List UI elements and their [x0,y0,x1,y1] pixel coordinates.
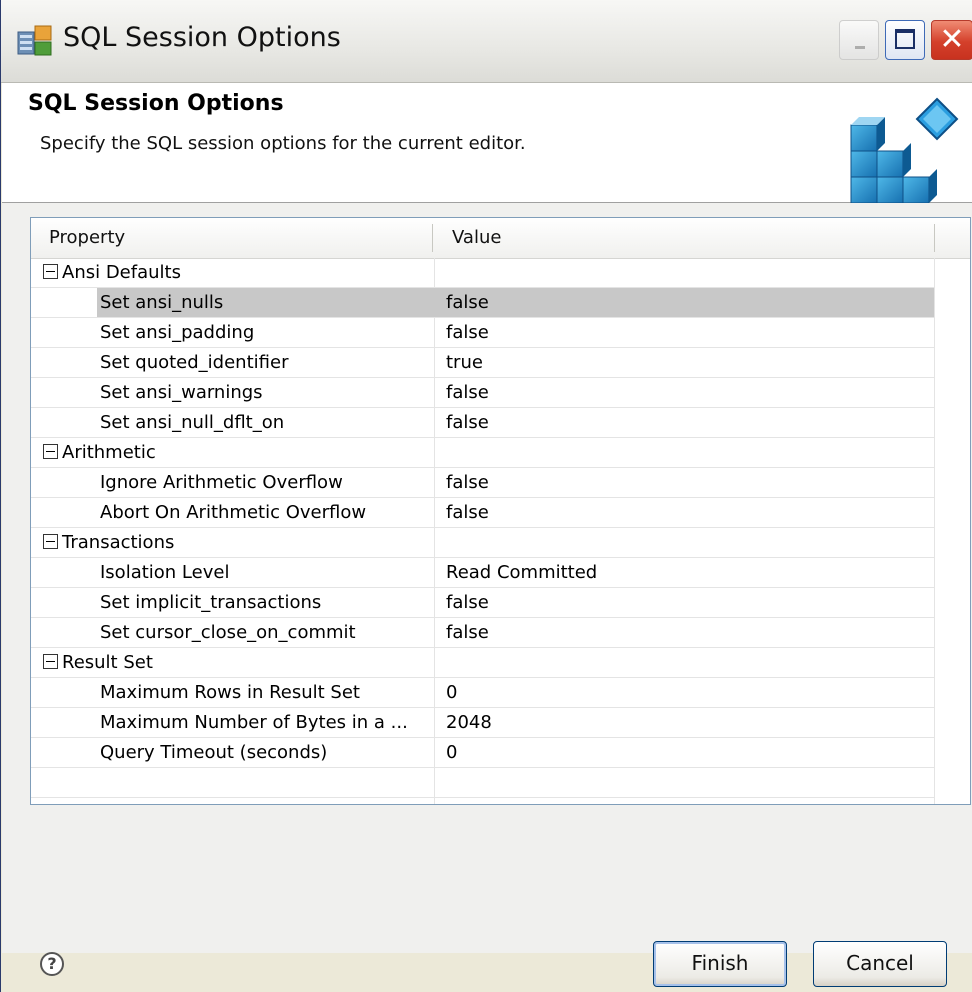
empty-row [31,768,934,798]
value-cell[interactable] [434,588,934,617]
property-label: Set implicit_transactions [100,592,322,613]
minimize-button[interactable] [839,20,879,60]
properties-table[interactable]: Property Value Ansi Defaults Set ansi_nul… [30,217,971,805]
property-label: Set ansi_null_dflt_on [100,412,285,433]
table-row[interactable]: Query Timeout (seconds) 0 [31,738,934,768]
property-label: Maximum Number of Bytes in a ... [100,712,408,733]
property-label: Set cursor_close_on_commit [100,622,356,643]
collapse-toggle-icon[interactable] [43,444,58,459]
property-value[interactable]: false [446,378,489,407]
table-row[interactable]: Set ansi_nulls false [31,288,934,318]
group-label: Ansi Defaults [62,262,181,283]
table-row[interactable]: Set quoted_identifier true [31,348,934,378]
table-row[interactable]: Maximum Number of Bytes in a ... 2048 [31,708,934,738]
collapse-toggle-icon[interactable] [43,264,58,279]
close-icon: ✕ [939,22,965,57]
group-row[interactable]: Ansi Defaults [31,258,934,288]
close-button[interactable]: ✕ [931,20,972,60]
value-cell[interactable] [434,498,934,527]
cancel-button[interactable]: Cancel [813,941,947,987]
maximize-button[interactable] [885,20,925,60]
property-label: Set ansi_warnings [100,382,263,403]
wizard-header: SQL Session Options Specify the SQL sess… [2,83,972,205]
property-value[interactable]: false [446,468,489,497]
table-row[interactable]: Set ansi_null_dflt_on false [31,408,934,438]
table-row[interactable]: Maximum Rows in Result Set 0 [31,678,934,708]
property-value[interactable]: false [446,288,489,317]
help-button[interactable]: ? [40,952,64,976]
column-header-value[interactable]: Value [452,218,501,258]
table-body: Ansi Defaults Set ansi_nulls false Set ansi… [31,258,970,798]
property-label: Query Timeout (seconds) [100,742,328,763]
property-value[interactable]: 0 [446,678,457,707]
property-value[interactable]: false [446,588,489,617]
property-label: Set ansi_padding [100,322,255,343]
collapse-toggle-icon[interactable] [43,534,58,549]
property-value[interactable]: false [446,318,489,347]
help-icon: ? [47,954,57,973]
blocks-wizard-icon [847,97,963,205]
property-value[interactable]: 0 [446,738,457,767]
table-row[interactable]: Set ansi_warnings false [31,378,934,408]
property-value[interactable]: false [446,408,489,437]
table-row[interactable]: Set implicit_transactions false [31,588,934,618]
property-value[interactable]: false [446,618,489,647]
value-cell[interactable] [434,618,934,647]
property-label: Set quoted_identifier [100,352,289,373]
value-cell[interactable] [434,318,934,347]
property-label: Maximum Rows in Result Set [100,682,360,703]
value-cell[interactable] [434,408,934,437]
property-value[interactable]: false [446,498,489,527]
database-settings-icon [17,24,53,58]
content-area: Property Value Ansi Defaults Set ansi_nul… [2,203,972,987]
property-value[interactable]: 2048 [446,708,492,737]
group-row[interactable]: Arithmetic [31,438,934,468]
page-description: Specify the SQL session options for the … [40,133,526,154]
finish-button[interactable]: Finish [653,941,787,987]
group-label: Arithmetic [62,442,156,463]
group-label: Result Set [62,652,153,673]
value-cell[interactable] [434,378,934,407]
group-label: Transactions [62,532,175,553]
table-row[interactable]: Ignore Arithmetic Overflow false [31,468,934,498]
column-header-property[interactable]: Property [49,218,125,258]
table-header: Property Value [31,218,970,259]
table-row[interactable]: Abort On Arithmetic Overflow false [31,498,934,528]
property-value[interactable]: true [446,348,483,377]
title-bar: SQL Session Options ✕ [1,0,972,83]
value-cell[interactable] [434,708,934,737]
property-label: Set ansi_nulls [100,292,224,313]
group-row[interactable]: Result Set [31,648,934,678]
value-cell[interactable] [434,288,934,317]
collapse-toggle-icon[interactable] [43,654,58,669]
page-title: SQL Session Options [28,91,284,116]
table-row[interactable]: Isolation Level Read Committed [31,558,934,588]
column-separator[interactable] [934,224,935,252]
dialog-window: SQL Session Options ✕ SQL Session Option… [0,0,972,992]
window-title: SQL Session Options [63,22,341,53]
property-label: Ignore Arithmetic Overflow [100,472,343,493]
column-separator[interactable] [432,224,433,252]
property-label: Isolation Level [100,562,230,583]
value-cell[interactable] [434,468,934,497]
property-value[interactable]: Read Committed [446,558,597,587]
group-row[interactable]: Transactions [31,528,934,558]
value-cell[interactable] [434,738,934,767]
property-label: Abort On Arithmetic Overflow [100,502,367,523]
value-cell[interactable] [434,678,934,707]
value-cell[interactable] [434,348,934,377]
table-row[interactable]: Set cursor_close_on_commit false [31,618,934,648]
table-row[interactable]: Set ansi_padding false [31,318,934,348]
